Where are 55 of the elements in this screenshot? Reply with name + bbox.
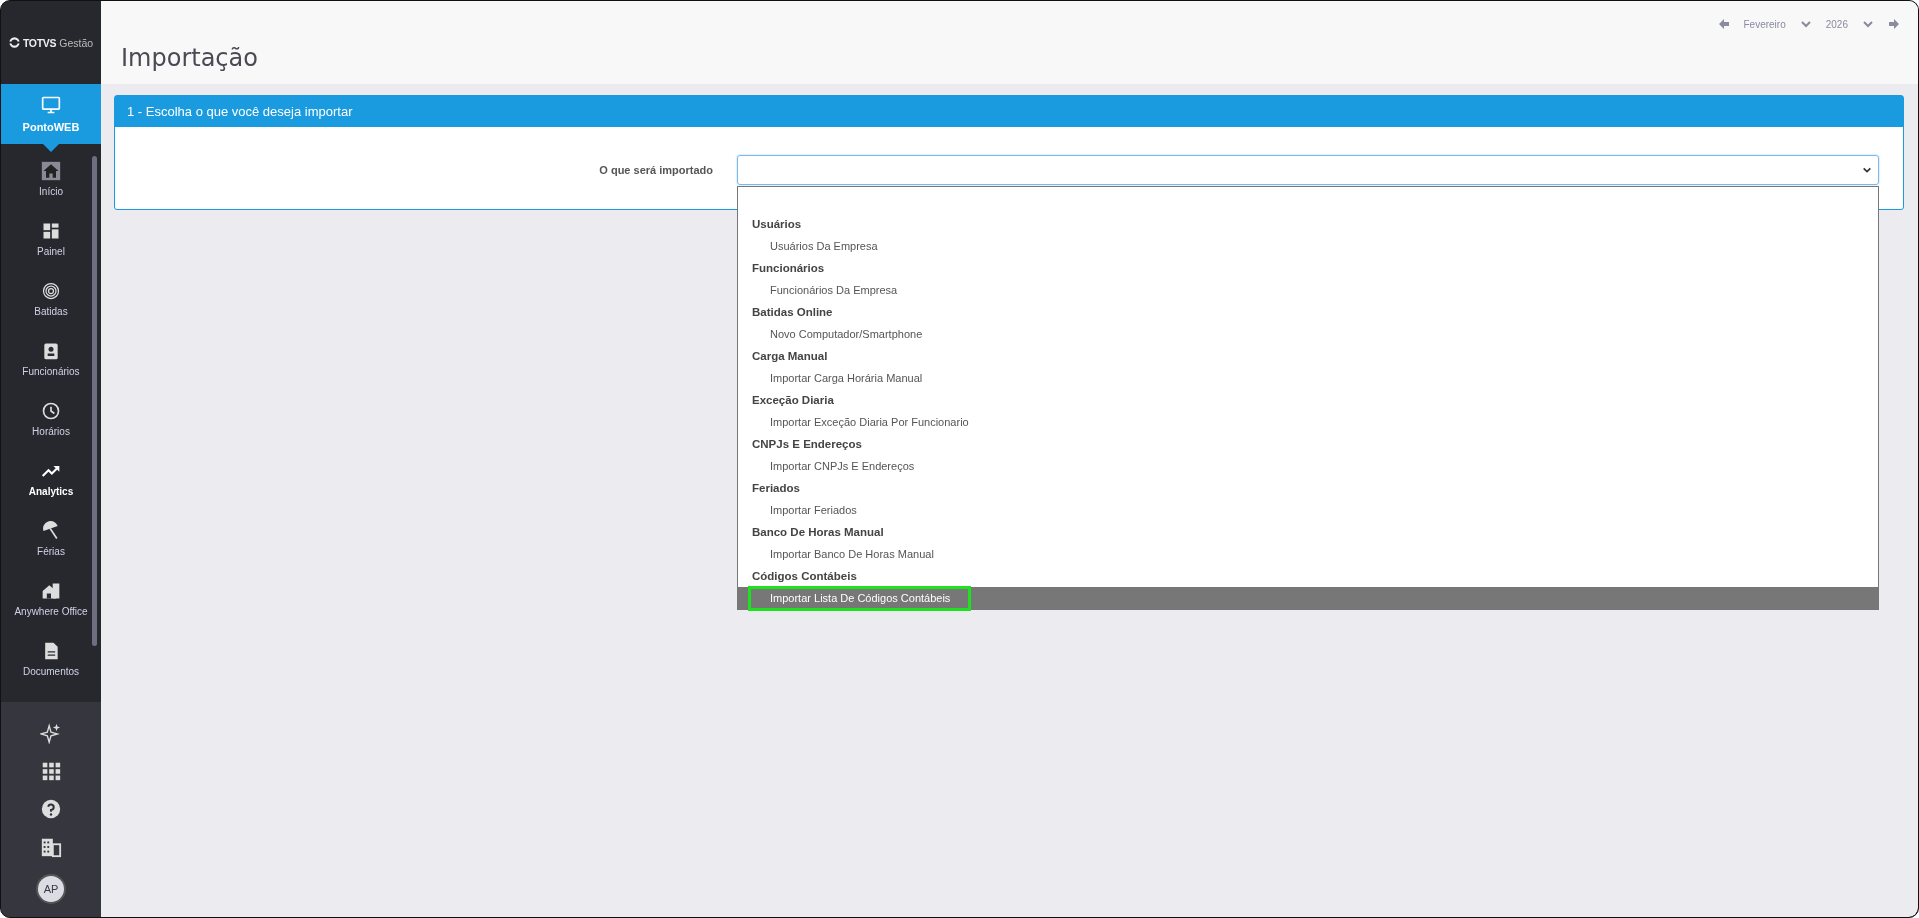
scrollbar[interactable] xyxy=(92,156,97,646)
toolbar-button[interactable] xyxy=(40,722,62,744)
option-group-label: Funcionários xyxy=(751,261,826,276)
option-group-label: Carga Manual xyxy=(751,349,829,364)
nav-item[interactable]: Documentos xyxy=(1,641,101,701)
dropdown-option[interactable]: Importar Feriados xyxy=(738,499,1878,521)
dropdown-option[interactable]: Importar CNPJs E Endereços xyxy=(738,455,1878,477)
option-group-label: Banco De Horas Manual xyxy=(751,525,885,540)
page-title: Importação xyxy=(121,44,258,72)
option-group-label: Exceção Diaria xyxy=(751,393,835,408)
toolbar-button[interactable] xyxy=(40,836,62,858)
user-avatar[interactable]: AP xyxy=(36,874,66,904)
home-icon xyxy=(41,161,61,181)
fingerprint-icon xyxy=(41,281,61,301)
id-badge-icon xyxy=(41,341,61,361)
option-group-label: CNPJs E Endereços xyxy=(751,437,863,452)
dropdown-option[interactable]: Importar Banco De Horas Manual xyxy=(738,543,1878,565)
nav-item[interactable]: Painel xyxy=(1,221,101,281)
nav-item[interactable]: Anywhere Office xyxy=(1,581,101,641)
nav-item[interactable]: Início xyxy=(1,161,101,221)
dropdown-option[interactable]: Importar Lista De Códigos Contábeis xyxy=(738,587,1878,609)
monitor-icon xyxy=(41,95,61,115)
next-arrow-icon[interactable] xyxy=(1888,18,1900,30)
app-logo[interactable]: TOTVS Gestão xyxy=(1,1,101,84)
nav-item[interactable]: Analytics xyxy=(1,461,101,521)
clock-icon xyxy=(41,401,61,421)
dropdown-option[interactable]: Importar Exceção Diaria Por Funcionario xyxy=(738,411,1878,433)
dropdown-option[interactable]: Novo Computador/Smartphone xyxy=(738,323,1878,345)
nav-item[interactable]: Batidas xyxy=(1,281,101,341)
help-icon xyxy=(40,798,62,820)
apps-grid-icon xyxy=(40,760,62,782)
nav-item[interactable]: Horários xyxy=(1,401,101,461)
previous-arrow-icon[interactable] xyxy=(1717,18,1730,30)
toolbar-button[interactable] xyxy=(40,760,62,782)
dropdown-option[interactable]: Importar Carga Horária Manual xyxy=(738,367,1878,389)
option-group-label: Códigos Contábeis xyxy=(751,569,858,584)
dashboard-icon xyxy=(41,221,61,241)
building-icon xyxy=(40,836,62,858)
sparkle-icon xyxy=(40,722,62,744)
option-group-label: Usuários xyxy=(751,217,803,232)
panel-title: 1 - Escolha o que você deseja importar xyxy=(115,96,1903,127)
active-pointer xyxy=(43,144,59,152)
chevron-down-icon xyxy=(1862,165,1872,175)
dropdown-option[interactable]: Funcionários Da Empresa xyxy=(738,279,1878,301)
house-icon xyxy=(41,581,61,601)
toolbar-button[interactable] xyxy=(40,798,62,820)
chevron-down-icon[interactable] xyxy=(1862,18,1874,30)
nav-item[interactable]: Funcionários xyxy=(1,341,101,401)
import-type-select[interactable] xyxy=(737,155,1879,185)
dropdown-option[interactable]: Usuários Da Empresa xyxy=(738,235,1878,257)
chevron-down-icon[interactable] xyxy=(1799,18,1812,30)
field-label: O que será importado xyxy=(598,164,714,176)
option-group-label: Feriados xyxy=(751,481,801,496)
nav-item[interactable]: Férias xyxy=(1,521,101,581)
option-group-label: Batidas Online xyxy=(751,305,834,320)
